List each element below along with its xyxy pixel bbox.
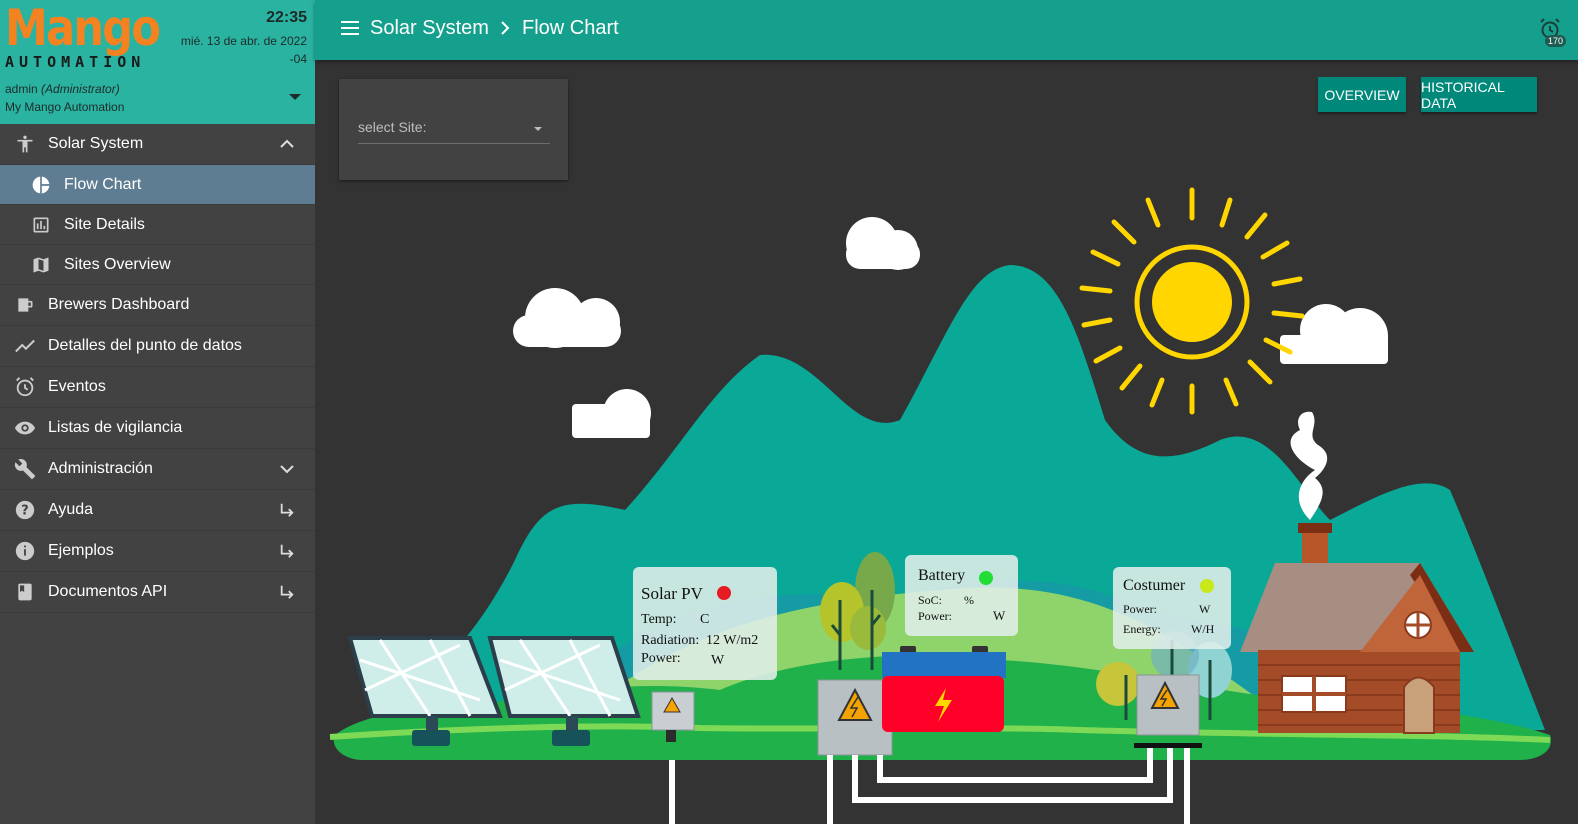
help-icon: ? [14, 499, 36, 521]
battery-power-unit: W [993, 608, 1006, 623]
consumer-energy-label: Energy: [1123, 622, 1161, 636]
site-select-placeholder: select Site: [358, 119, 427, 135]
battery-status-dot [979, 571, 993, 585]
battery-graphic [882, 646, 1006, 732]
menu-label: Ayuda [48, 501, 94, 518]
clock-date-text: mié. 13 de abr. de 2022 [180, 34, 307, 48]
menu-label: Detalles del punto de datos [48, 337, 242, 354]
chevron-right-icon [501, 21, 510, 35]
consumer-status-dot [1200, 579, 1214, 593]
consumer-power-unit: W [1199, 602, 1211, 616]
clock-timezone: -04 [289, 52, 307, 66]
cloud-3 [572, 389, 651, 438]
battery-title: Battery [918, 567, 966, 584]
menu-item-administracion[interactable]: Administración [0, 449, 315, 490]
accessibility-icon [14, 133, 36, 155]
menu-label: Flow Chart [64, 175, 142, 193]
solar-temp-label: Temp: [641, 612, 677, 627]
consumer-power-label: Power: [1123, 602, 1157, 616]
menu-item-eventos[interactable]: Eventos [0, 367, 315, 408]
brand-tagline: AUTOMATION [5, 53, 146, 71]
consumer-energy-unit: W/H [1191, 622, 1215, 636]
consumer-card[interactable]: Costumer Power: W Energy: W/H [1113, 567, 1231, 649]
solar-power-label: Power: [641, 651, 681, 666]
menu-toggle-icon[interactable] [341, 21, 359, 35]
sidebar-header: Mango AUTOMATION 22:35 mié. 13 de abr. d… [0, 0, 315, 124]
menu-label: Documentos API [48, 583, 168, 600]
battery-inverter [817, 679, 893, 756]
menu-item-brewers-dashboard[interactable]: Brewers Dashboard [0, 285, 315, 326]
menu-label: Brewers Dashboard [48, 296, 190, 313]
menu-label: Sites Overview [64, 255, 171, 273]
menu-label: Site Details [64, 215, 145, 233]
site-select[interactable]: select Site: [358, 119, 550, 144]
menu-item-site-details[interactable]: Site Details [0, 205, 315, 245]
user-menu-caret-icon[interactable] [289, 94, 301, 100]
menu-item-detalles[interactable]: Detalles del punto de datos [0, 326, 315, 367]
battery-card[interactable]: Battery SoC: % Power: W [905, 555, 1018, 636]
menu-label: Listas de vigilancia [48, 419, 183, 436]
menu-item-listas[interactable]: Listas de vigilancia [0, 408, 315, 449]
pie-chart-icon [30, 174, 52, 196]
sidebar: Mango AUTOMATION 22:35 mié. 13 de abr. d… [0, 0, 315, 824]
battery-power-label: Power: [918, 609, 952, 623]
solar-pv-title: Solar PV [641, 584, 703, 603]
cloud-1 [846, 217, 920, 270]
subdirectory-arrow-icon [279, 543, 295, 559]
eye-icon [14, 417, 36, 439]
nav-menu: Solar System Flow Chart Site Details Sit… [0, 124, 315, 613]
user-role: (Administrator) [41, 82, 120, 96]
alarm-clock-icon [14, 376, 36, 398]
info-icon [14, 540, 36, 562]
chevron-down-icon [279, 461, 295, 477]
solar-radiation-value: 12 W/m2 [706, 633, 759, 648]
map-icon [30, 254, 52, 276]
user-name: admin [5, 82, 38, 96]
solar-pv-card[interactable]: Solar PV Temp: C Radiation: 12 W/m2 Powe… [633, 567, 777, 680]
trending-icon [14, 335, 36, 357]
svg-text:?: ? [21, 504, 28, 519]
menu-item-ayuda[interactable]: ? Ayuda [0, 490, 315, 531]
clock-date: mié. 13 de abr. de 2022 -04 [181, 32, 307, 68]
user-subtitle: My Mango Automation [5, 100, 125, 114]
brand-logo[interactable]: Mango [5, 2, 161, 54]
wrench-icon [14, 458, 36, 480]
menu-item-ejemplos[interactable]: Ejemplos [0, 531, 315, 572]
clock-time: 22:35 [266, 9, 307, 26]
solar-radiation-label: Radiation: [641, 633, 700, 648]
dropdown-arrow-icon [534, 127, 542, 131]
solar-power-unit: W [711, 653, 725, 668]
cloud-2 [513, 288, 621, 348]
battery-soc-label: SoC: [918, 593, 943, 607]
user-name-line: admin (Administrator) [5, 82, 120, 96]
chevron-up-icon [279, 136, 295, 152]
menu-label: Ejemplos [48, 542, 114, 559]
subdirectory-arrow-icon [279, 584, 295, 600]
book-icon [14, 581, 36, 603]
solar-flow-illustration [329, 187, 1551, 824]
subdirectory-arrow-icon [279, 502, 295, 518]
site-select-card: select Site: [339, 79, 568, 180]
breadcrumb-solar-system[interactable]: Solar System [370, 17, 489, 40]
overview-button[interactable]: OVERVIEW [1318, 77, 1406, 112]
menu-item-solar-system[interactable]: Solar System [0, 124, 315, 165]
menu-item-documentos-api[interactable]: Documentos API [0, 572, 315, 613]
menu-item-flow-chart[interactable]: Flow Chart [0, 165, 315, 205]
consumer-title: Costumer [1123, 577, 1186, 594]
bar-chart-icon [30, 214, 52, 236]
sun-core [1152, 262, 1232, 342]
menu-label: Solar System [48, 135, 144, 152]
menu-item-sites-overview[interactable]: Sites Overview [0, 245, 315, 285]
top-bar: Solar System Flow Chart 170 [315, 0, 1578, 60]
solar-pv-status-dot [717, 586, 731, 600]
beer-mug-icon [14, 294, 36, 316]
menu-label: Administración [48, 460, 153, 477]
solar-temp-unit: C [700, 612, 710, 627]
menu-label: Eventos [48, 378, 106, 395]
historical-data-button[interactable]: HISTORICAL DATA [1421, 77, 1537, 112]
alarm-count-badge: 170 [1544, 35, 1566, 47]
breadcrumb-flow-chart: Flow Chart [522, 17, 619, 39]
battery-soc-unit: % [964, 593, 974, 607]
